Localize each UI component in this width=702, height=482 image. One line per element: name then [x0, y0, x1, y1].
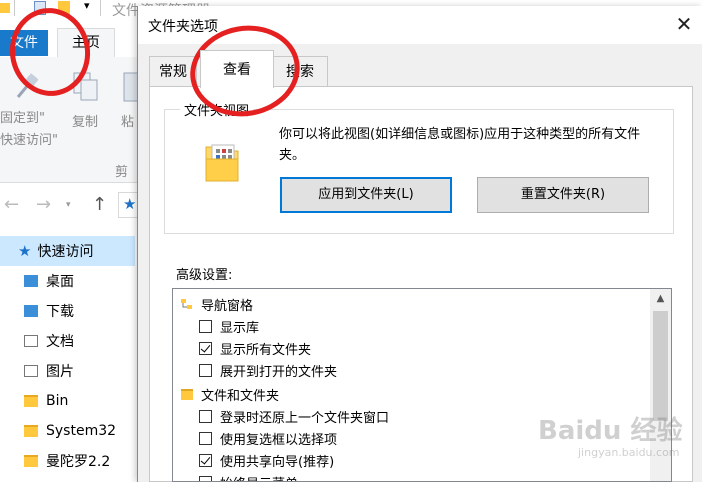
sidebar-item-mandala[interactable]: 曼陀罗2.2 [0, 446, 135, 476]
pin-to-quick-access-label-2: 快速访问" [0, 133, 58, 148]
folder-icon [24, 425, 38, 437]
sidebar-item-label: 快速访问 [37, 244, 94, 260]
dialog-title: 文件夹选项 [148, 19, 218, 35]
pin-to-quick-access-label-1: 固定到" [0, 111, 45, 126]
sidebar-item-downloads[interactable]: 下载 [0, 296, 135, 326]
option-label: 登录时还原上一个文件夹窗口 [220, 410, 390, 426]
option-label: 显示所有文件夹 [220, 342, 312, 358]
reset-folders-button[interactable]: 重置文件夹(R) [477, 177, 649, 213]
forward-button[interactable]: → [36, 194, 51, 215]
pictures-folder-icon [24, 365, 38, 377]
option-always-show-menus[interactable]: 始终显示菜单 [199, 471, 298, 482]
option-restore-folder-windows[interactable]: 登录时还原上一个文件夹窗口 [199, 405, 389, 427]
star-icon: ★ [18, 242, 32, 260]
sidebar-item-desktop[interactable]: 桌面 [0, 266, 135, 296]
sidebar-item-quick-access[interactable]: ★ 快速访问 [0, 236, 135, 266]
sidebar-item-label: Bin [46, 393, 69, 409]
checkbox[interactable] [199, 453, 212, 467]
option-label: 使用共享向导(推荐) [220, 454, 335, 470]
toolbar-divider [100, 0, 101, 16]
group-files-and-folders: 文件和文件夹 [181, 383, 279, 405]
sidebar-item-label: 图片 [46, 364, 74, 380]
option-use-check-boxes[interactable]: 使用复选框以选择项 [199, 427, 337, 449]
tab-view[interactable]: 查看 [200, 50, 274, 88]
download-folder-icon [24, 305, 38, 317]
close-button[interactable]: ✕ [670, 10, 698, 38]
checkbox[interactable] [199, 319, 212, 333]
folder-view-icon [205, 144, 239, 182]
checkbox[interactable] [199, 431, 212, 445]
advanced-settings-label: 高级设置: [176, 268, 233, 283]
option-label: 始终显示菜单 [220, 473, 298, 482]
checkbox[interactable] [199, 409, 212, 423]
scroll-up-icon[interactable]: ▲ [650, 289, 671, 309]
sidebar-item-pictures[interactable]: 图片 [0, 356, 135, 386]
customize-qat-icon[interactable]: ▾ [84, 0, 90, 12]
folder-icon [24, 395, 38, 407]
apply-to-folders-button[interactable]: 应用到文件夹(L) [280, 177, 452, 213]
up-button[interactable]: ↑ [92, 194, 107, 215]
folder-icon [24, 455, 38, 467]
option-show-libraries[interactable]: 显示库 [199, 315, 259, 337]
watermark-url: jingyan.baidu.com [578, 446, 680, 459]
folder-views-description: 你可以将此视图(如详细信息或图标)应用于这种类型的所有文件夹。 [279, 127, 641, 163]
paste-label: 粘 [121, 115, 135, 130]
star-icon: ★ [123, 195, 137, 213]
option-use-sharing-wizard[interactable]: 使用共享向导(推荐) [199, 449, 334, 471]
recent-locations-icon[interactable]: ▾ [66, 200, 71, 210]
group-label: 文件和文件夹 [201, 388, 280, 404]
group-label: 导航窗格 [201, 298, 254, 314]
option-label: 展开到打开的文件夹 [220, 364, 338, 380]
toolbar-divider [14, 0, 15, 16]
checkbox[interactable] [199, 363, 212, 377]
scrollbar-thumb[interactable] [653, 311, 668, 421]
option-show-all-folders[interactable]: 显示所有文件夹 [199, 337, 311, 359]
sidebar-item-label: 桌面 [46, 274, 74, 290]
folder-icon [181, 388, 193, 400]
sidebar-item-label: 下载 [46, 304, 74, 320]
option-expand-to-open-folder[interactable]: 展开到打开的文件夹 [199, 359, 337, 381]
sidebar-item-label: System32 [46, 423, 117, 439]
copy-label: 复制 [72, 115, 99, 130]
sidebar-item-label: 文档 [46, 334, 74, 350]
option-label: 使用复选框以选择项 [220, 432, 338, 448]
group-navigation-pane: 导航窗格 [181, 293, 253, 315]
navigation-pane-icon [181, 298, 192, 309]
navigation-pane: ★ 快速访问 桌面 下载 文档 图片 Bin System32 曼陀罗2.2 [0, 236, 145, 482]
checkbox[interactable] [199, 341, 212, 355]
option-label: 显示库 [220, 320, 260, 336]
checkbox[interactable] [199, 475, 212, 481]
navigation-bar: ← → ▾ ↑ ★ [0, 186, 145, 224]
document-folder-icon [24, 335, 38, 347]
clipboard-group-label: 剪 [115, 165, 129, 180]
back-button[interactable]: ← [4, 194, 19, 215]
sidebar-item-documents[interactable]: 文档 [0, 326, 135, 356]
desktop-folder-icon [24, 275, 38, 287]
watermark-logo: Baidu 经验 [538, 416, 683, 446]
sidebar-item-system32[interactable]: System32 [0, 416, 135, 446]
sidebar-item-bin[interactable]: Bin [0, 386, 135, 416]
folder-icon [0, 3, 10, 13]
sidebar-item-label: 曼陀罗2.2 [46, 454, 111, 470]
